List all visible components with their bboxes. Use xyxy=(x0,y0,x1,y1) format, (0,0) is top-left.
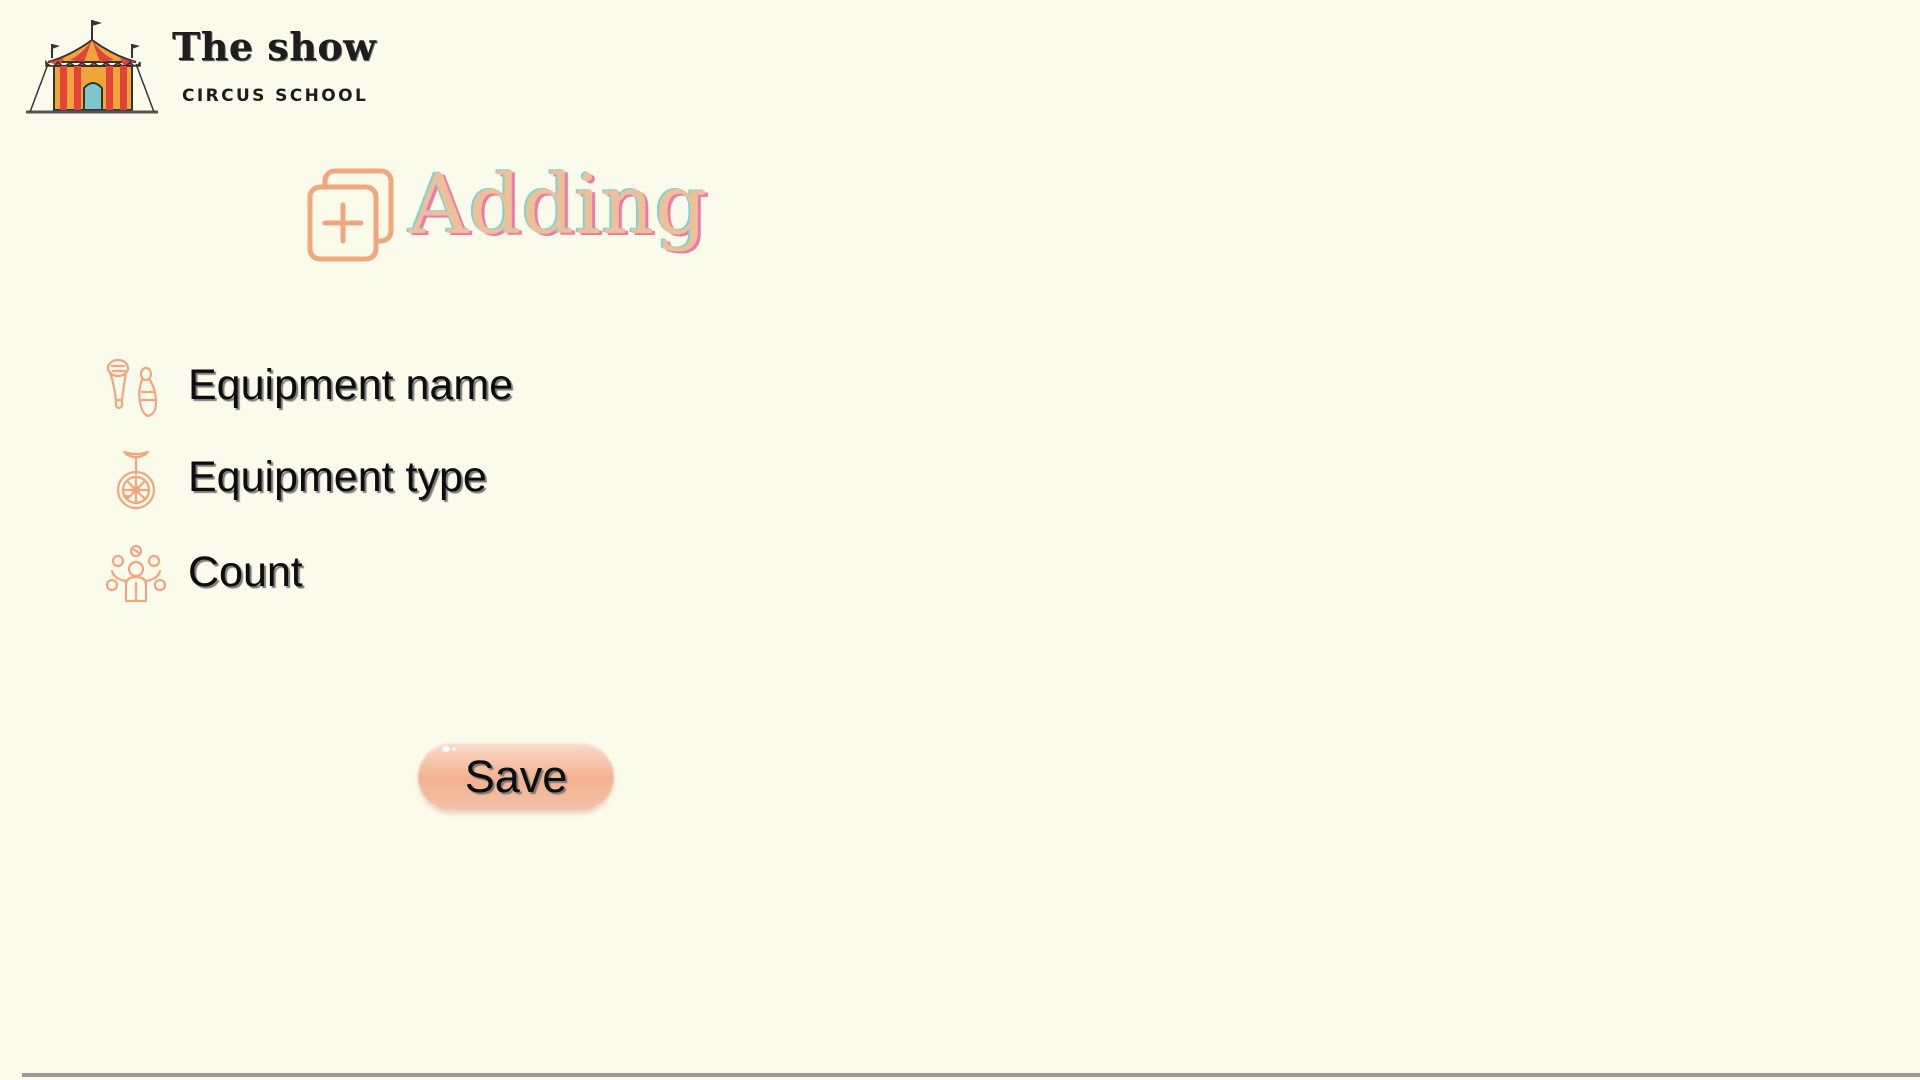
logo: The show CIRCUS SCHOOL xyxy=(24,16,384,120)
juggler-icon xyxy=(105,545,167,603)
save-button-label: Save xyxy=(464,751,568,802)
equipment-type-label: Equipment type xyxy=(188,453,487,501)
button-highlight xyxy=(442,746,450,752)
count-field[interactable]: Count xyxy=(104,543,804,607)
circus-tent-icon xyxy=(26,20,158,114)
save-button[interactable]: Save xyxy=(418,742,614,810)
page-title: Adding xyxy=(409,158,708,253)
add-copy-icon xyxy=(307,168,394,262)
logo-title: The show xyxy=(172,24,377,69)
juggling-clubs-icon xyxy=(106,358,158,418)
unicycle-icon xyxy=(116,450,156,510)
equipment-name-label: Equipment name xyxy=(188,361,514,409)
button-highlight-small xyxy=(452,747,456,751)
equipment-name-field[interactable]: Equipment name xyxy=(104,356,804,420)
equipment-type-field[interactable]: Equipment type xyxy=(104,448,804,512)
logo-subtitle: CIRCUS SCHOOL xyxy=(182,86,369,106)
count-label: Count xyxy=(188,548,303,596)
bottom-divider xyxy=(22,1073,1920,1077)
